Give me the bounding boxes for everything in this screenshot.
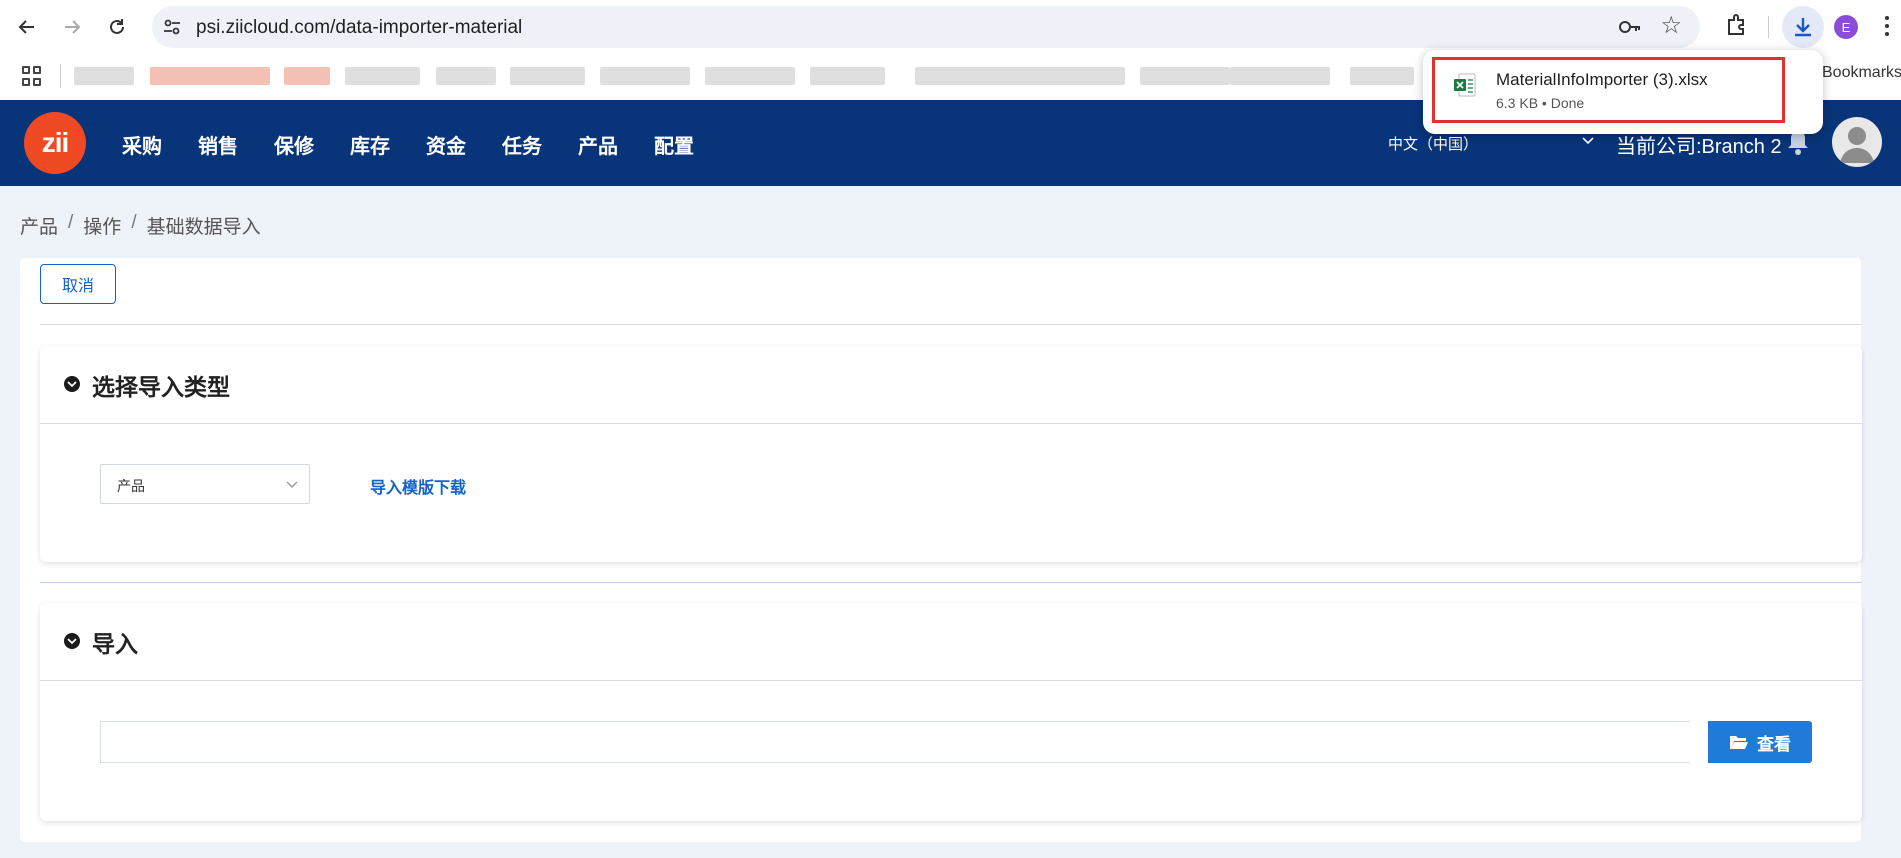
breadcrumb: 产品 / 操作 / 基础数据导入 — [20, 212, 261, 239]
menu-item-inventory[interactable]: 库存 — [332, 130, 408, 159]
download-item[interactable] — [1432, 57, 1785, 123]
import-panel: 导入 查看 — [40, 603, 1862, 821]
chevron-down-icon — [286, 481, 298, 488]
breadcrumb-separator: / — [68, 212, 74, 233]
bookmark-item[interactable] — [915, 67, 1125, 85]
downloads-button[interactable] — [1782, 6, 1824, 48]
menu-item-purchase[interactable]: 采购 — [104, 130, 180, 159]
breadcrumb-item[interactable]: 操作 — [83, 212, 121, 239]
select-value: 产品 — [117, 478, 145, 494]
browse-button[interactable]: 查看 — [1708, 721, 1812, 763]
panel-header[interactable]: 导入 — [40, 603, 1862, 681]
browse-label: 查看 — [1757, 734, 1791, 754]
downloads-bubble: MaterialInfoImporter (3).xlsx 6.3 KB • D… — [1423, 50, 1823, 134]
download-icon — [1795, 18, 1811, 37]
browser-toolbar: psi.ziicloud.com/data-importer-material … — [0, 0, 1901, 54]
password-key-icon[interactable] — [1618, 16, 1642, 38]
section-divider — [40, 582, 1862, 583]
language-select[interactable]: 中文（中国） — [1388, 133, 1478, 154]
menu-item-funds[interactable]: 资金 — [408, 130, 484, 159]
user-avatar[interactable] — [1832, 117, 1882, 167]
bookmark-star-icon[interactable]: ☆ — [1660, 14, 1682, 38]
bookmark-item[interactable] — [1230, 67, 1330, 85]
download-status: 6.3 KB • Done — [1496, 95, 1585, 111]
download-file-name[interactable]: MaterialInfoImporter (3).xlsx — [1496, 70, 1708, 90]
divider — [40, 324, 1862, 325]
bookmark-item[interactable] — [436, 67, 496, 85]
bookmarks-divider — [60, 64, 61, 88]
current-company[interactable]: 当前公司:Branch 2 — [1616, 130, 1782, 159]
brand-logo[interactable]: zii — [24, 112, 86, 174]
menu-item-tasks[interactable]: 任务 — [484, 130, 560, 159]
folder-open-icon — [1730, 736, 1748, 749]
bookmark-item[interactable] — [810, 67, 885, 85]
breadcrumb-item: 基础数据导入 — [146, 217, 261, 238]
bookmark-item[interactable] — [510, 67, 585, 85]
address-bar[interactable]: psi.ziicloud.com/data-importer-material … — [152, 6, 1700, 48]
bookmark-item[interactable] — [150, 67, 270, 85]
toolbar-divider — [1768, 16, 1769, 38]
cancel-button[interactable]: 取消 — [40, 264, 116, 304]
browser-menu-icon[interactable] — [1884, 14, 1890, 40]
excel-file-icon — [1454, 73, 1476, 97]
chevron-down-icon[interactable] — [1580, 132, 1596, 148]
forward-icon[interactable] — [57, 12, 87, 42]
breadcrumb-item[interactable]: 产品 — [20, 212, 58, 239]
bookmark-item[interactable] — [284, 67, 330, 85]
menu-item-warranty[interactable]: 保修 — [256, 130, 332, 159]
user-icon — [1840, 127, 1874, 163]
bookmark-item[interactable] — [345, 67, 420, 85]
reload-icon[interactable] — [102, 12, 132, 42]
site-settings-icon[interactable] — [162, 17, 182, 37]
panel-title: 导入 — [92, 631, 138, 657]
extensions-icon[interactable] — [1723, 12, 1751, 40]
file-path-input[interactable] — [100, 721, 1690, 763]
panel-title: 选择导入类型 — [92, 374, 230, 400]
collapse-chevron-icon[interactable] — [64, 633, 80, 649]
panel-header[interactable]: 选择导入类型 — [40, 346, 1862, 424]
menu-item-products[interactable]: 产品 — [560, 130, 636, 159]
bookmark-item[interactable] — [1350, 67, 1414, 85]
bookmark-item[interactable] — [600, 67, 690, 85]
main-card: 取消 选择导入类型 产品 导入模版下载 导入 查看 — [20, 258, 1862, 842]
apps-grid-icon[interactable] — [22, 66, 42, 86]
bookmark-item[interactable] — [705, 67, 795, 85]
menu-item-sales[interactable]: 销售 — [180, 130, 256, 159]
import-type-panel: 选择导入类型 产品 导入模版下载 — [40, 346, 1862, 562]
bookmark-item[interactable] — [1140, 67, 1230, 85]
all-bookmarks-label[interactable]: Bookmarks — [1822, 64, 1901, 82]
menu-item-config[interactable]: 配置 — [636, 130, 712, 159]
url-text[interactable]: psi.ziicloud.com/data-importer-material — [196, 17, 522, 39]
bookmark-item[interactable] — [74, 67, 134, 85]
profile-avatar[interactable]: E — [1834, 15, 1858, 39]
back-icon[interactable] — [12, 12, 42, 42]
main-menu: 采购 销售 保修 库存 资金 任务 产品 配置 — [104, 130, 712, 159]
collapse-chevron-icon[interactable] — [64, 376, 80, 392]
breadcrumb-separator: / — [131, 212, 137, 233]
import-type-select[interactable]: 产品 — [100, 464, 310, 504]
template-download-link[interactable]: 导入模版下载 — [370, 474, 466, 498]
